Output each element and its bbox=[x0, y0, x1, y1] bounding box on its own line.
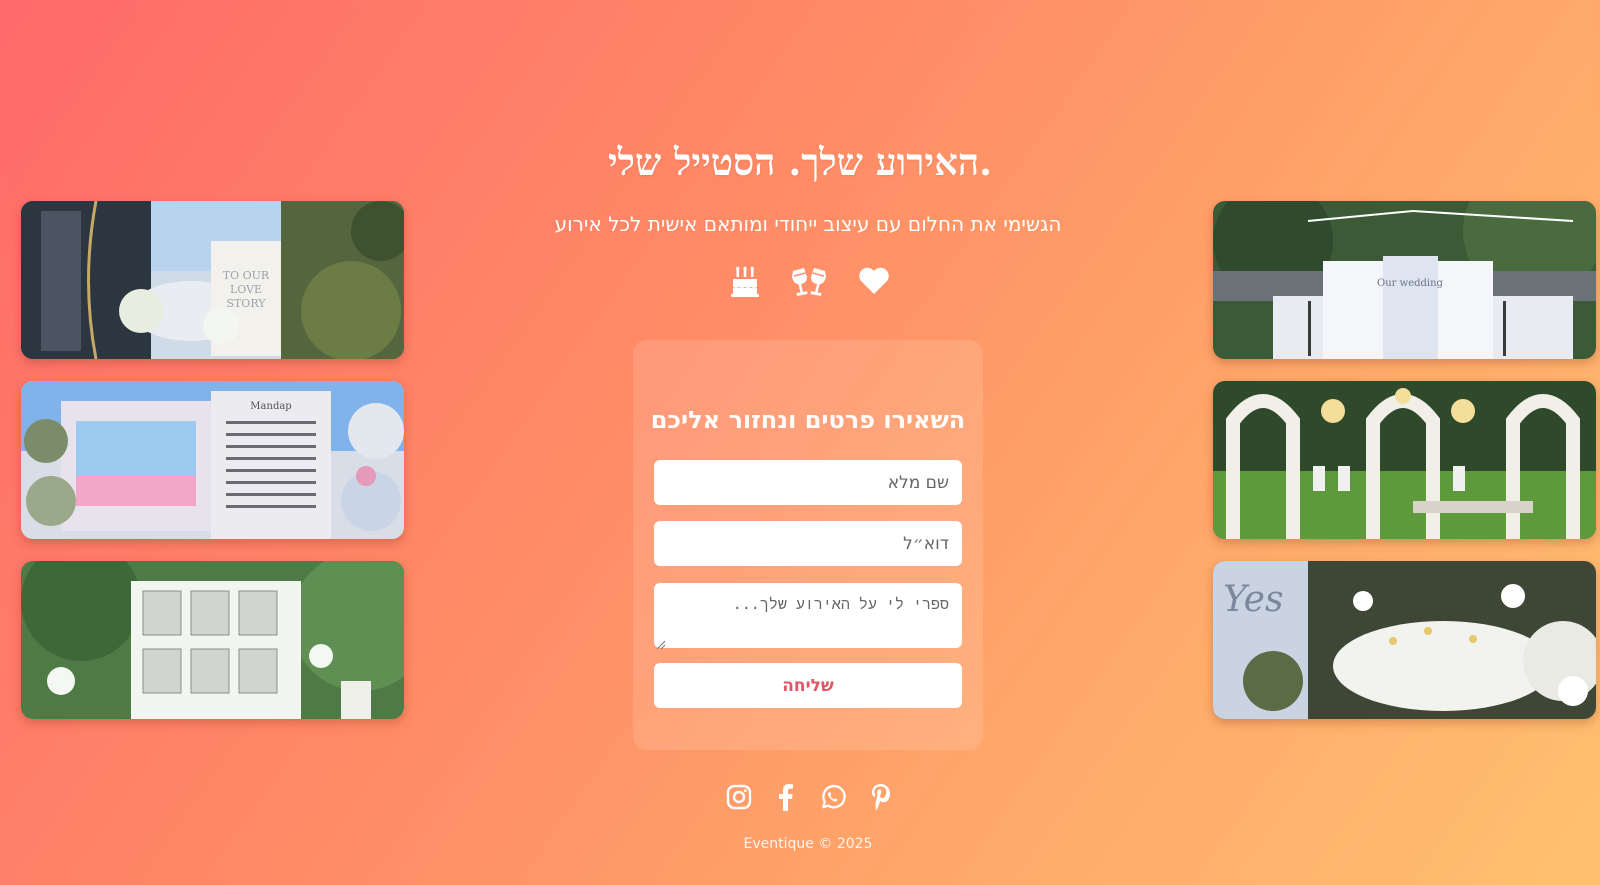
cake-icon bbox=[730, 265, 760, 297]
svg-text:Yes: Yes bbox=[1223, 579, 1283, 620]
form-title: השאירו פרטים ונחזור אליכם bbox=[650, 406, 966, 434]
svg-text:Mandap: Mandap bbox=[250, 401, 291, 412]
svg-text:STORY: STORY bbox=[226, 297, 266, 310]
instagram-icon[interactable] bbox=[726, 784, 752, 810]
footer-copyright: Eventique © 2025 bbox=[743, 836, 873, 852]
whatsapp-icon[interactable] bbox=[819, 784, 846, 811]
submit-button[interactable]: שליחה bbox=[654, 663, 962, 708]
full-name-input[interactable] bbox=[654, 460, 962, 505]
champagne-glasses-icon bbox=[790, 265, 828, 297]
facebook-icon[interactable] bbox=[776, 783, 794, 811]
arches-chandeliers-lawn-photo[interactable] bbox=[1213, 381, 1596, 539]
gallery-left: TO OUR LOVE STORY Mandap bbox=[21, 201, 404, 719]
heart-icon bbox=[858, 267, 890, 295]
garden-photo-frames-image bbox=[21, 561, 404, 719]
mandap-book-decor-photo[interactable]: Mandap bbox=[21, 381, 404, 539]
svg-text:Our wedding: Our wedding bbox=[1377, 278, 1444, 289]
yes-sign-tables-photo[interactable]: Yes bbox=[1213, 561, 1596, 719]
contact-form: השאירו פרטים ונחזור אליכם שליחה bbox=[633, 340, 983, 750]
gallery-right: Our wedding Yes bbox=[1213, 201, 1596, 719]
page-title: האירוע שלך. הסטייל שלי. bbox=[607, 140, 992, 184]
resize-grip-icon[interactable] bbox=[656, 635, 666, 650]
mandap-book-decor-image: Mandap bbox=[21, 381, 404, 539]
garden-photo-frames-photo[interactable] bbox=[21, 561, 404, 719]
page-subtitle: הגשימי את החלום עם עיצוב ייחודי ומותאם א… bbox=[554, 212, 1062, 236]
svg-text:LOVE: LOVE bbox=[230, 283, 262, 296]
arches-chandeliers-lawn-image bbox=[1213, 381, 1596, 539]
svg-text:TO OUR: TO OUR bbox=[223, 269, 270, 282]
message-textarea[interactable] bbox=[654, 583, 962, 648]
feature-icons bbox=[730, 262, 890, 300]
email-input[interactable] bbox=[654, 521, 962, 566]
social-links bbox=[726, 782, 892, 812]
pinterest-icon[interactable] bbox=[870, 783, 892, 811]
yes-sign-tables-image: Yes bbox=[1213, 561, 1596, 719]
